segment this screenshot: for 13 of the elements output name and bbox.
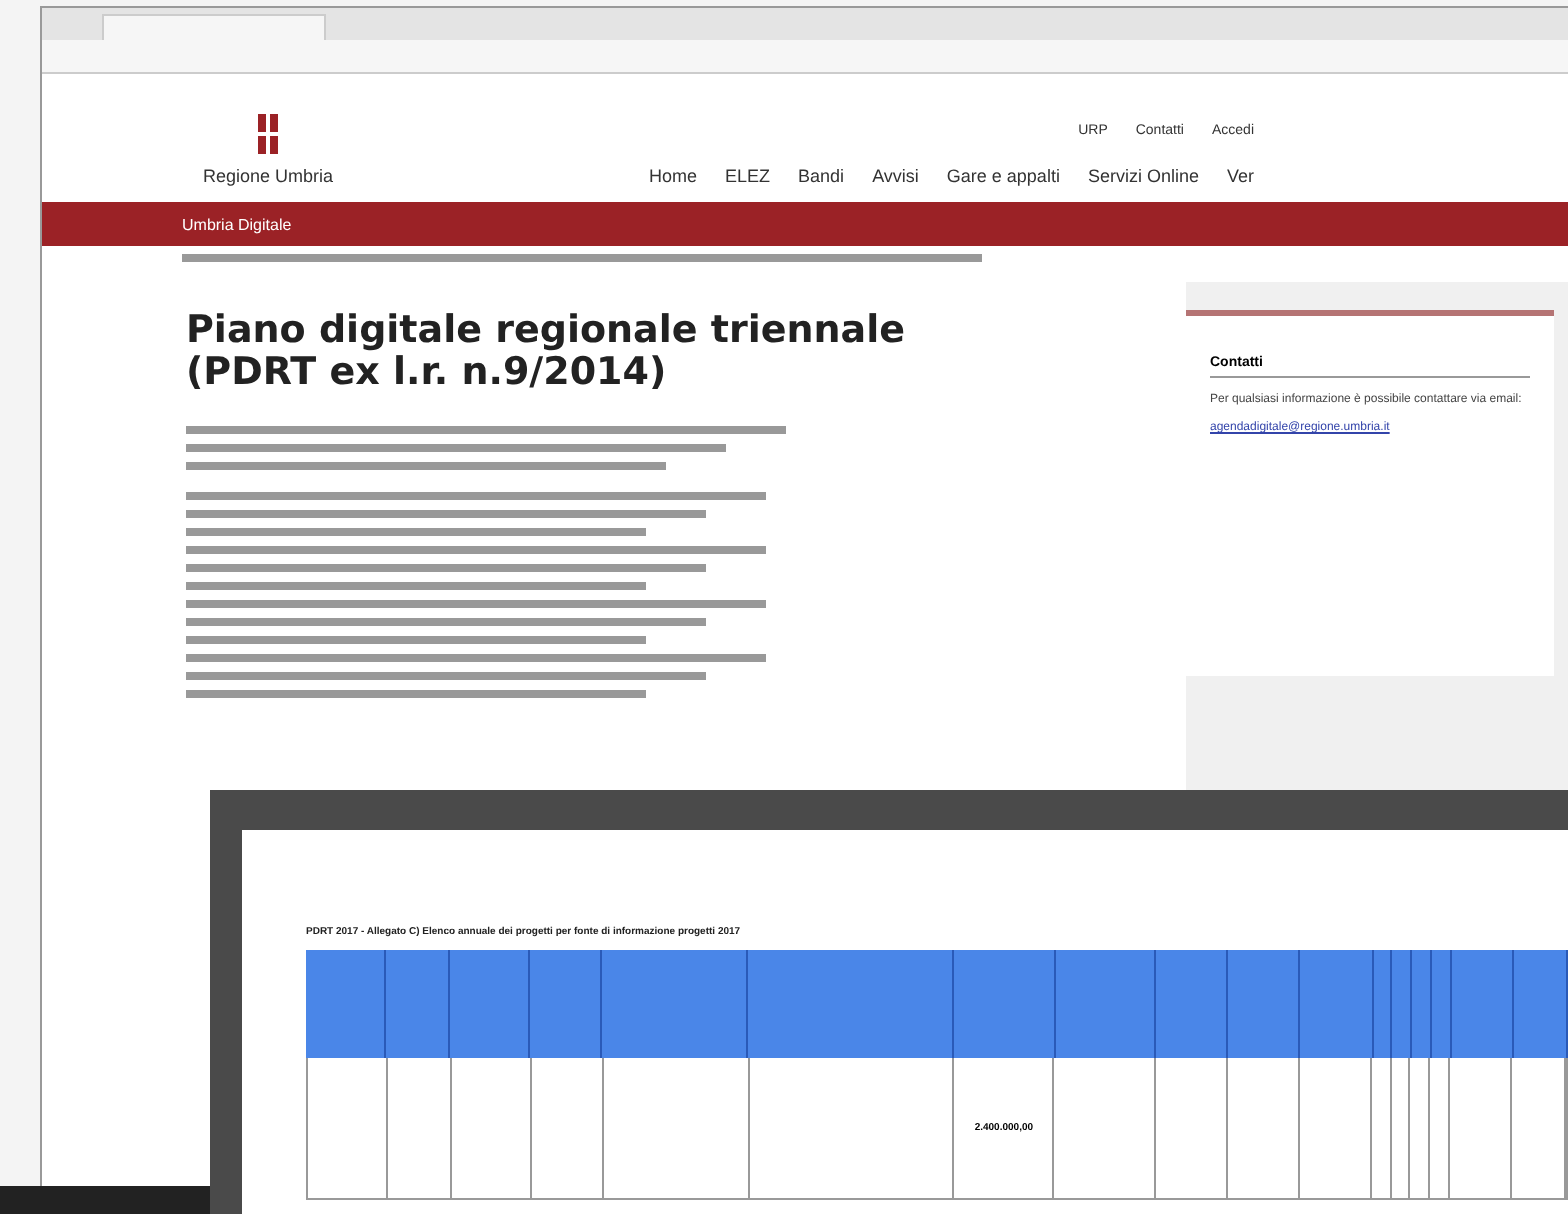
crest-icon [258,114,278,154]
nav-link[interactable]: Gare e appalti [946,166,1060,186]
page-title: Piano digitale regionale triennale (PDRT ex l.r. n.9/2014) [186,310,906,394]
browser-tab[interactable] [102,14,326,40]
nav-link[interactable]: ELEZ [725,166,771,186]
nav-link[interactable]: Home [649,166,698,186]
logo-text: Regione Umbria [202,166,334,186]
nav-link[interactable]: Bandi [798,166,845,186]
nav-link[interactable]: Avvisi [872,166,919,186]
nav-link[interactable]: Servizi Online [1087,166,1199,186]
address-bar[interactable] [42,40,1568,74]
section-title: Umbria Digitale [182,215,292,233]
nav-link[interactable]: Ver [1226,166,1254,186]
